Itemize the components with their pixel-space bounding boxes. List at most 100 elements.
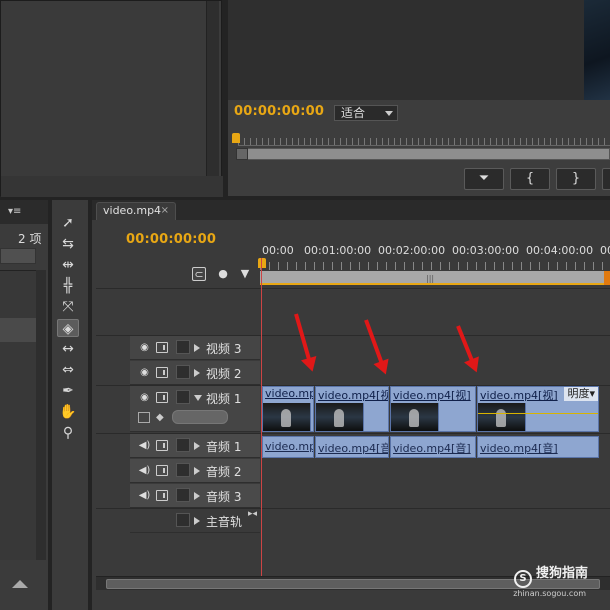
work-area-end-handle[interactable] — [604, 271, 610, 285]
expand-triangle-icon[interactable] — [194, 517, 200, 525]
project-panel-top — [0, 0, 223, 197]
monitor-screen — [228, 0, 610, 100]
selection-tool-icon[interactable]: ➚ — [57, 214, 79, 232]
project-filter-select[interactable] — [0, 248, 36, 264]
keyframe-navigator[interactable] — [172, 410, 228, 424]
video-clip[interactable]: video.mp4[视] 明度▾ — [477, 386, 599, 432]
ripple-edit-icon[interactable]: ⇹ — [57, 256, 79, 274]
monitor-scrub-handle[interactable] — [236, 148, 248, 160]
film-icon[interactable] — [156, 342, 168, 353]
sequence-timecode[interactable]: 00:00:00:00 — [126, 232, 216, 247]
pen-icon[interactable]: ✒ — [57, 382, 79, 400]
audio-clip[interactable]: video.mp4[音 — [315, 436, 389, 458]
audio-clip[interactable]: video.mp — [262, 436, 314, 458]
timeline-playhead[interactable] — [261, 258, 262, 576]
rate-stretch-icon[interactable]: ⤧ — [57, 298, 79, 316]
eye-icon[interactable]: ◉ — [138, 391, 151, 404]
triangle-up-icon[interactable] — [12, 580, 28, 588]
mark-in-button[interactable]: { — [510, 168, 550, 190]
marker-dot-icon[interactable]: ● — [216, 267, 230, 281]
collapse-triangle-icon[interactable] — [194, 395, 202, 401]
clip-effect-dropdown-value: 明度 — [567, 387, 590, 400]
expand-triangle-icon[interactable] — [194, 492, 200, 500]
lock-toggle[interactable] — [176, 340, 190, 354]
film-icon[interactable] — [156, 392, 168, 403]
sync-lock-icon[interactable] — [156, 465, 168, 476]
track-header-audio-1: ◀) 音频 1 — [130, 434, 260, 458]
rolling-edit-icon[interactable]: ╬ — [57, 277, 79, 295]
work-area-bar[interactable]: ||| — [260, 271, 610, 285]
track-select-icon[interactable]: ⇆ — [57, 235, 79, 253]
timeline-playhead-handle[interactable] — [258, 258, 266, 268]
expand-triangle-icon[interactable] — [194, 369, 200, 377]
speaker-icon[interactable]: ◀) — [138, 439, 151, 452]
video-clip[interactable]: video.mp4[视] — [390, 386, 476, 432]
speaker-icon[interactable]: ◀) — [138, 489, 151, 502]
expand-triangle-icon[interactable] — [194, 344, 200, 352]
sogou-logo-icon: S — [513, 570, 532, 588]
timeline-tab-bar: video.mp4 × — [92, 200, 610, 220]
annotation-arrow — [294, 313, 312, 363]
eye-icon[interactable]: ◉ — [138, 341, 151, 354]
lock-toggle[interactable] — [176, 365, 190, 379]
watermark: S 搜狗指南 — [513, 562, 588, 588]
project-item-selected[interactable] — [0, 318, 36, 342]
track-header-audio-2: ◀) 音频 2 — [130, 459, 260, 483]
expand-triangle-icon[interactable] — [194, 467, 200, 475]
expand-triangle-icon[interactable] — [194, 442, 200, 450]
monitor-scrub-bar[interactable] — [238, 148, 610, 160]
project-list-scrollbar[interactable] — [36, 270, 46, 560]
keyframe-icon[interactable]: ◆ — [156, 412, 164, 423]
fit-select-value: 适合 — [341, 106, 366, 120]
speaker-icon[interactable]: ◀) — [138, 464, 151, 477]
project-item-list[interactable] — [0, 270, 36, 560]
razor-icon[interactable]: ◈ — [57, 319, 79, 337]
lock-toggle[interactable] — [176, 488, 190, 502]
add-marker-button[interactable]: ⏷ — [464, 168, 504, 190]
video-clip[interactable]: video.mp4[视 — [315, 386, 389, 432]
lock-toggle[interactable] — [176, 463, 190, 477]
add-marker-icon[interactable]: ▼ — [238, 267, 252, 281]
video-preview — [584, 0, 610, 100]
audio-clip[interactable]: video.mp4[音] — [390, 436, 476, 458]
panel-menu-icon[interactable]: ▾≡ — [8, 206, 36, 220]
film-icon[interactable] — [156, 367, 168, 378]
tab-sequence-label: video.mp4 — [103, 204, 162, 217]
fit-select[interactable]: 适合 — [334, 105, 398, 121]
zoom-icon[interactable]: ⚲ — [57, 424, 79, 442]
project-list-area — [1, 1, 207, 176]
watermark-url: zhinan.sogou.com — [513, 589, 586, 598]
clip-thumbnail — [478, 403, 526, 431]
hand-icon[interactable]: ✋ — [57, 403, 79, 421]
monitor-timecode[interactable]: 00:00:00:00 — [234, 104, 324, 119]
ruler-label-4: 00:04:00:00 — [526, 244, 594, 257]
video-clip[interactable]: video.mp — [262, 386, 314, 432]
snap-icon[interactable]: ⊂ — [192, 267, 206, 281]
monitor-time-ruler[interactable] — [232, 132, 610, 160]
track-header-video-3: ◉ 视频 3 — [130, 336, 260, 360]
close-icon[interactable]: × — [161, 203, 169, 219]
track-name: 视频 1 — [206, 392, 242, 406]
sync-lock-icon[interactable] — [156, 440, 168, 451]
opacity-line[interactable] — [478, 413, 598, 414]
timeline-time-ruler[interactable]: 00:00 00:01:00:00 00:02:00:00 00:03:00:0… — [260, 240, 610, 288]
clip-effect-dropdown[interactable]: 明度▾ — [564, 387, 598, 401]
lock-toggle[interactable] — [176, 438, 190, 452]
divider — [96, 335, 610, 336]
slip-icon[interactable]: ↔ — [57, 340, 79, 358]
track-name: 视频 2 — [206, 367, 242, 381]
lock-toggle[interactable] — [176, 513, 190, 527]
slide-icon[interactable]: ⇔ — [57, 361, 79, 379]
lock-toggle[interactable] — [176, 390, 190, 404]
more-button[interactable] — [602, 168, 610, 190]
mark-out-button[interactable]: } — [556, 168, 596, 190]
display-style-icon[interactable] — [138, 412, 150, 423]
sync-lock-icon[interactable] — [156, 490, 168, 501]
eye-icon[interactable]: ◉ — [138, 366, 151, 379]
track-header-audio-3: ◀) 音频 3 — [130, 484, 260, 508]
tab-sequence[interactable]: video.mp4 × — [96, 202, 176, 220]
work-area-grip-icon: ||| — [426, 274, 435, 283]
project-vertical-scrollbar[interactable] — [207, 1, 219, 176]
audio-clip[interactable]: video.mp4[音] — [477, 436, 599, 458]
monitor-playhead[interactable] — [232, 133, 240, 143]
